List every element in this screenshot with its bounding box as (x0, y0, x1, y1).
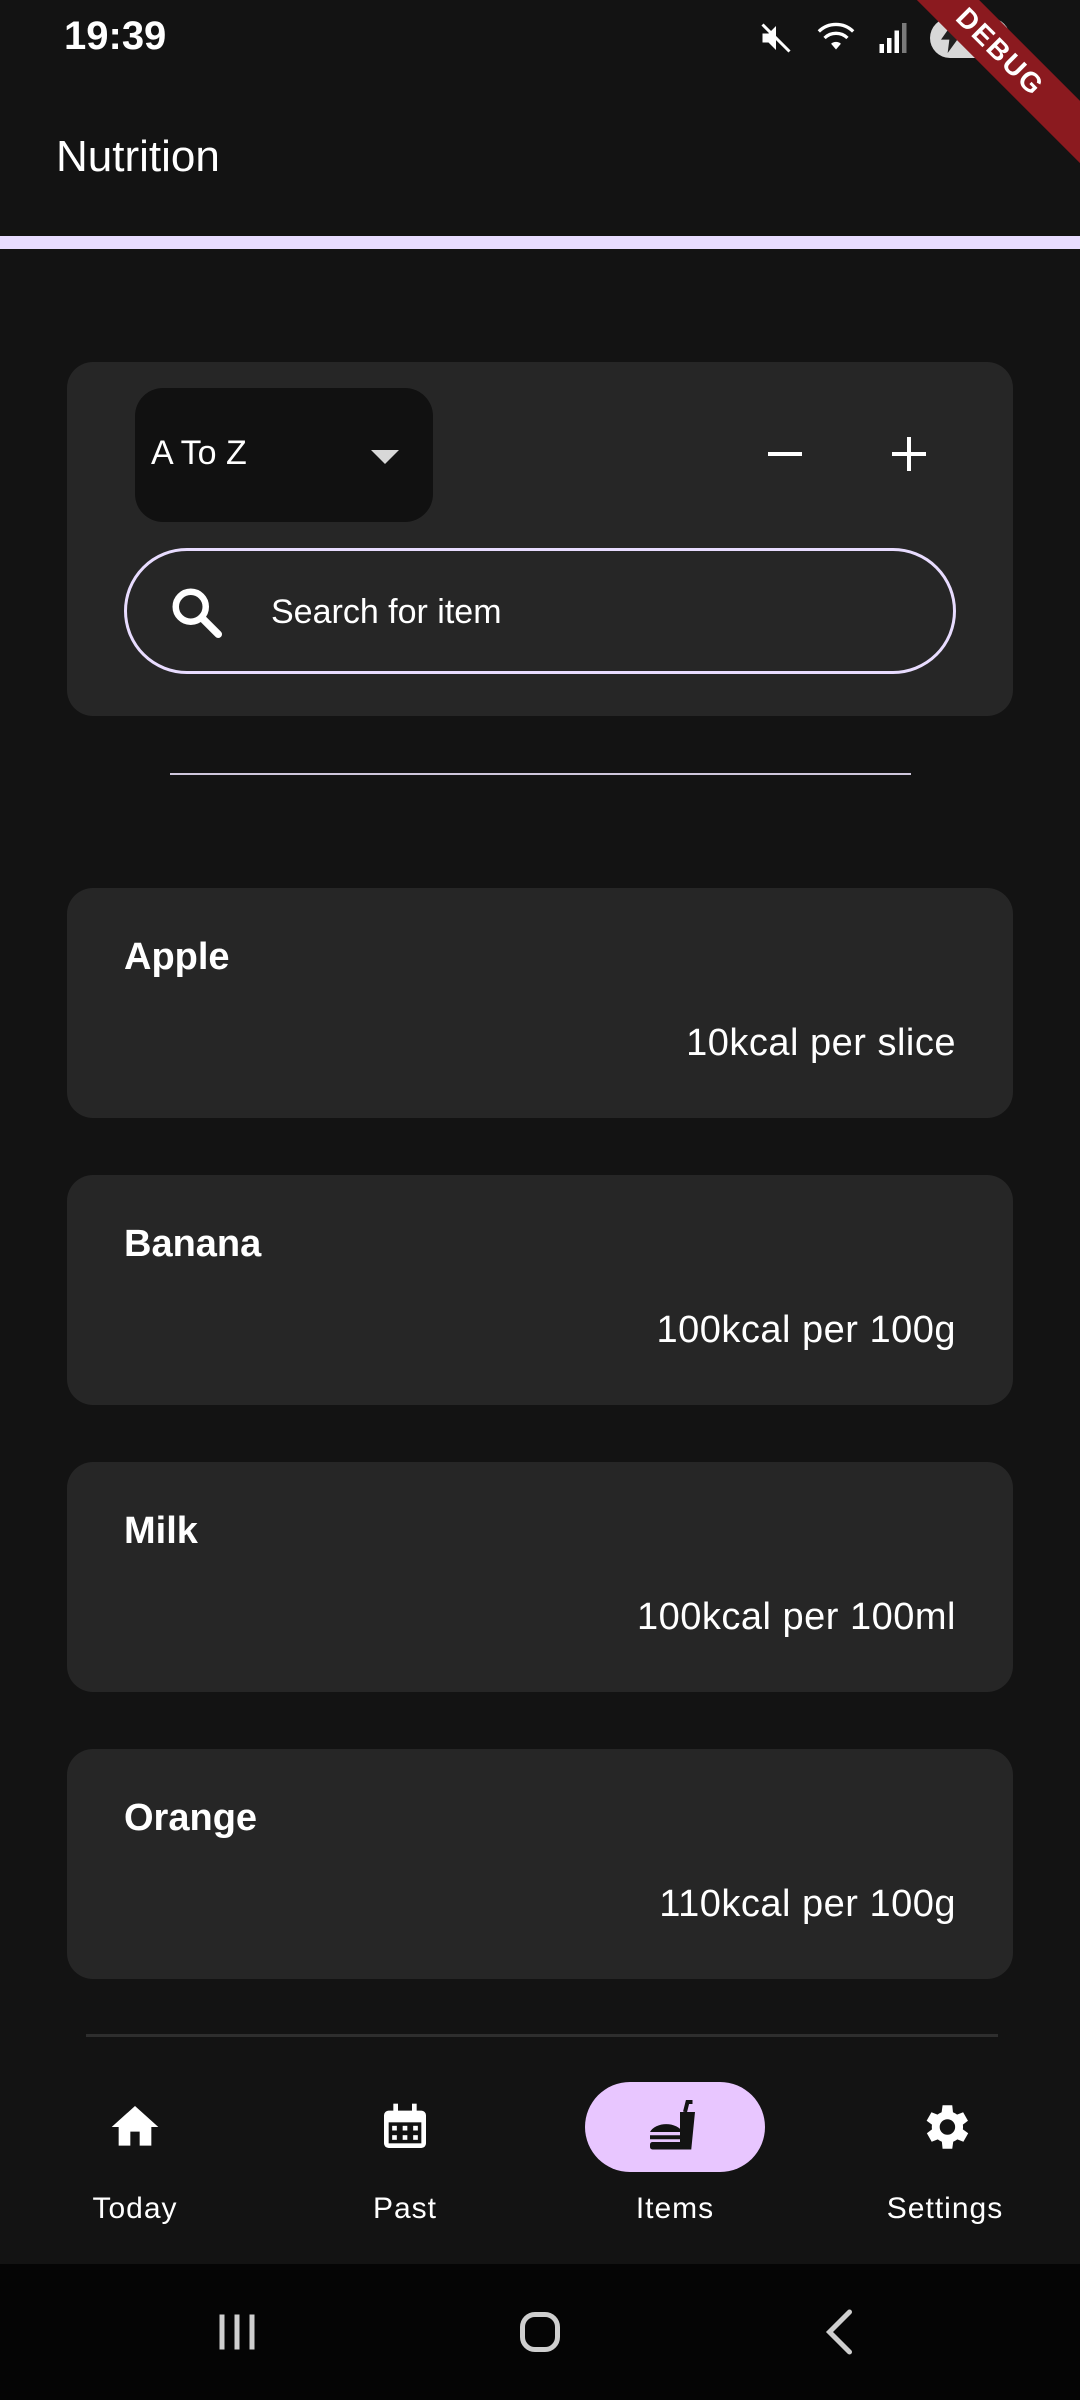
back-icon[interactable] (812, 2302, 872, 2362)
nav-item-items[interactable]: Items (575, 2082, 775, 2242)
home-button-icon[interactable] (510, 2302, 570, 2362)
recent-apps-icon[interactable] (207, 2302, 267, 2362)
sort-dropdown-value: A To Z (151, 434, 247, 472)
bottom-navigation: Today Past Items Settings (0, 2038, 1080, 2264)
gear-icon (926, 2105, 969, 2149)
list-item[interactable]: Orange 110kcal per 100g (67, 1749, 1013, 1979)
fastfood-icon (650, 2100, 695, 2150)
home-icon (111, 2106, 159, 2146)
screen: 19:39 28 DEBUG Nutrition A To Z (0, 0, 1080, 2400)
minus-button[interactable] (745, 414, 825, 494)
list-item[interactable]: Milk 100kcal per 100ml (67, 1462, 1013, 1692)
search-placeholder: Search for item (271, 593, 502, 631)
wifi-icon (816, 20, 856, 56)
list-divider (86, 2034, 998, 2037)
nav-item-settings[interactable]: Settings (845, 2082, 1045, 2242)
item-kcal: 110kcal per 100g (659, 1883, 956, 1925)
status-time: 19:39 (64, 14, 167, 58)
search-icon (172, 588, 222, 638)
item-name: Milk (124, 1510, 198, 1552)
mute-icon (758, 20, 794, 56)
item-name: Banana (124, 1223, 262, 1265)
item-kcal: 100kcal per 100ml (636, 1596, 956, 1638)
nav-label: Settings (886, 2192, 1004, 2225)
sort-dropdown[interactable]: A To Z (135, 388, 433, 522)
progress-indicator (0, 236, 1080, 249)
item-kcal: 100kcal per 100g (656, 1309, 956, 1351)
plus-button[interactable] (869, 414, 949, 494)
calendar-icon (384, 2103, 426, 2148)
nav-label: Items (635, 2192, 715, 2225)
nav-active-indicator (585, 2082, 765, 2172)
status-bar: 19:39 28 (0, 0, 1080, 80)
app-bar: Nutrition (0, 80, 1080, 236)
nav-item-today[interactable]: Today (35, 2082, 235, 2242)
page-title: Nutrition (56, 132, 220, 181)
filter-card: A To Z Search for item (67, 362, 1013, 716)
signal-icon (878, 21, 908, 55)
item-name: Apple (124, 936, 230, 978)
item-name: Orange (124, 1797, 258, 1839)
nav-label: Past (372, 2192, 438, 2225)
nav-item-past[interactable]: Past (305, 2082, 505, 2242)
system-navigation-bar (0, 2264, 1080, 2400)
search-input[interactable]: Search for item (124, 548, 956, 674)
list-item[interactable]: Apple 10kcal per slice (67, 888, 1013, 1118)
list-item[interactable]: Banana 100kcal per 100g (67, 1175, 1013, 1405)
nav-label: Today (92, 2192, 178, 2225)
divider (170, 773, 911, 775)
item-kcal: 10kcal per slice (686, 1022, 956, 1064)
dropdown-arrow-icon (371, 450, 399, 464)
